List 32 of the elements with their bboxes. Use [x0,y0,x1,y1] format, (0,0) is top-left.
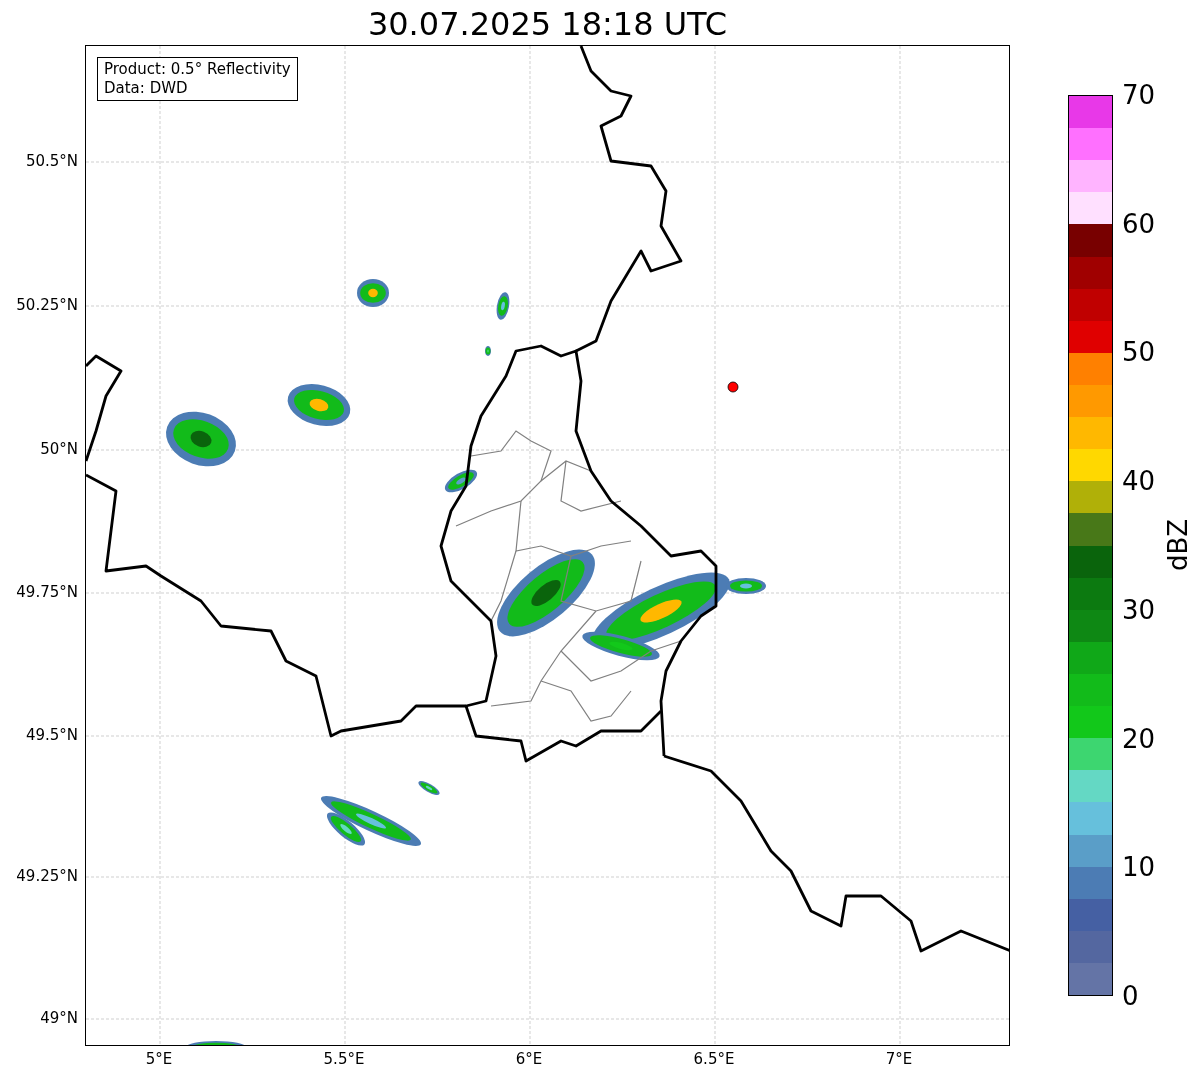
info-text: Data: DWD [104,79,189,98]
longitude-label: 5.5°E [322,1049,366,1069]
latitude-label: 50.5°N [24,151,78,171]
location-marker [727,381,739,393]
longitude-label: 6°E [514,1049,544,1069]
longitude-label: 7°E [884,1049,914,1069]
colorbar-tick-label: 60 [1122,208,1156,239]
radar-echo [357,279,389,307]
colorbar-label: dBZ [1163,517,1193,574]
colorbar-tick-label: 50 [1122,337,1156,368]
colorbar-tick-label: 30 [1122,594,1156,625]
radar-echo [166,411,236,467]
radar-echo [485,346,491,356]
colorbar-tick-label: 70 [1122,80,1156,110]
latitude-label: 50.25°N [15,295,78,315]
colorbar-tick-label: 0 [1122,981,1139,1011]
chart-title: 30.07.2025 18:18 UTC [367,4,728,44]
radar-echo [444,469,478,493]
latitude-label: 49°N [39,1008,78,1028]
longitude-label: 6.5°E [692,1049,736,1069]
colorbar-tick-label: 20 [1122,723,1156,754]
radar-echo [287,384,351,426]
latitude-label: 49.75°N [15,582,78,602]
colorbar-tick-label: 40 [1122,466,1156,497]
info-text: Product: 0.5° Reflectivity [104,60,291,79]
colorbar-tick-label: 10 [1122,852,1156,883]
latitude-label: 49.5°N [24,725,78,745]
latitude-label: 50°N [39,439,78,459]
radar-echo [496,292,510,320]
latitude-label: 49.25°N [15,866,78,886]
longitude-label: 5°E [144,1049,174,1069]
radar-echo [186,1041,246,1045]
